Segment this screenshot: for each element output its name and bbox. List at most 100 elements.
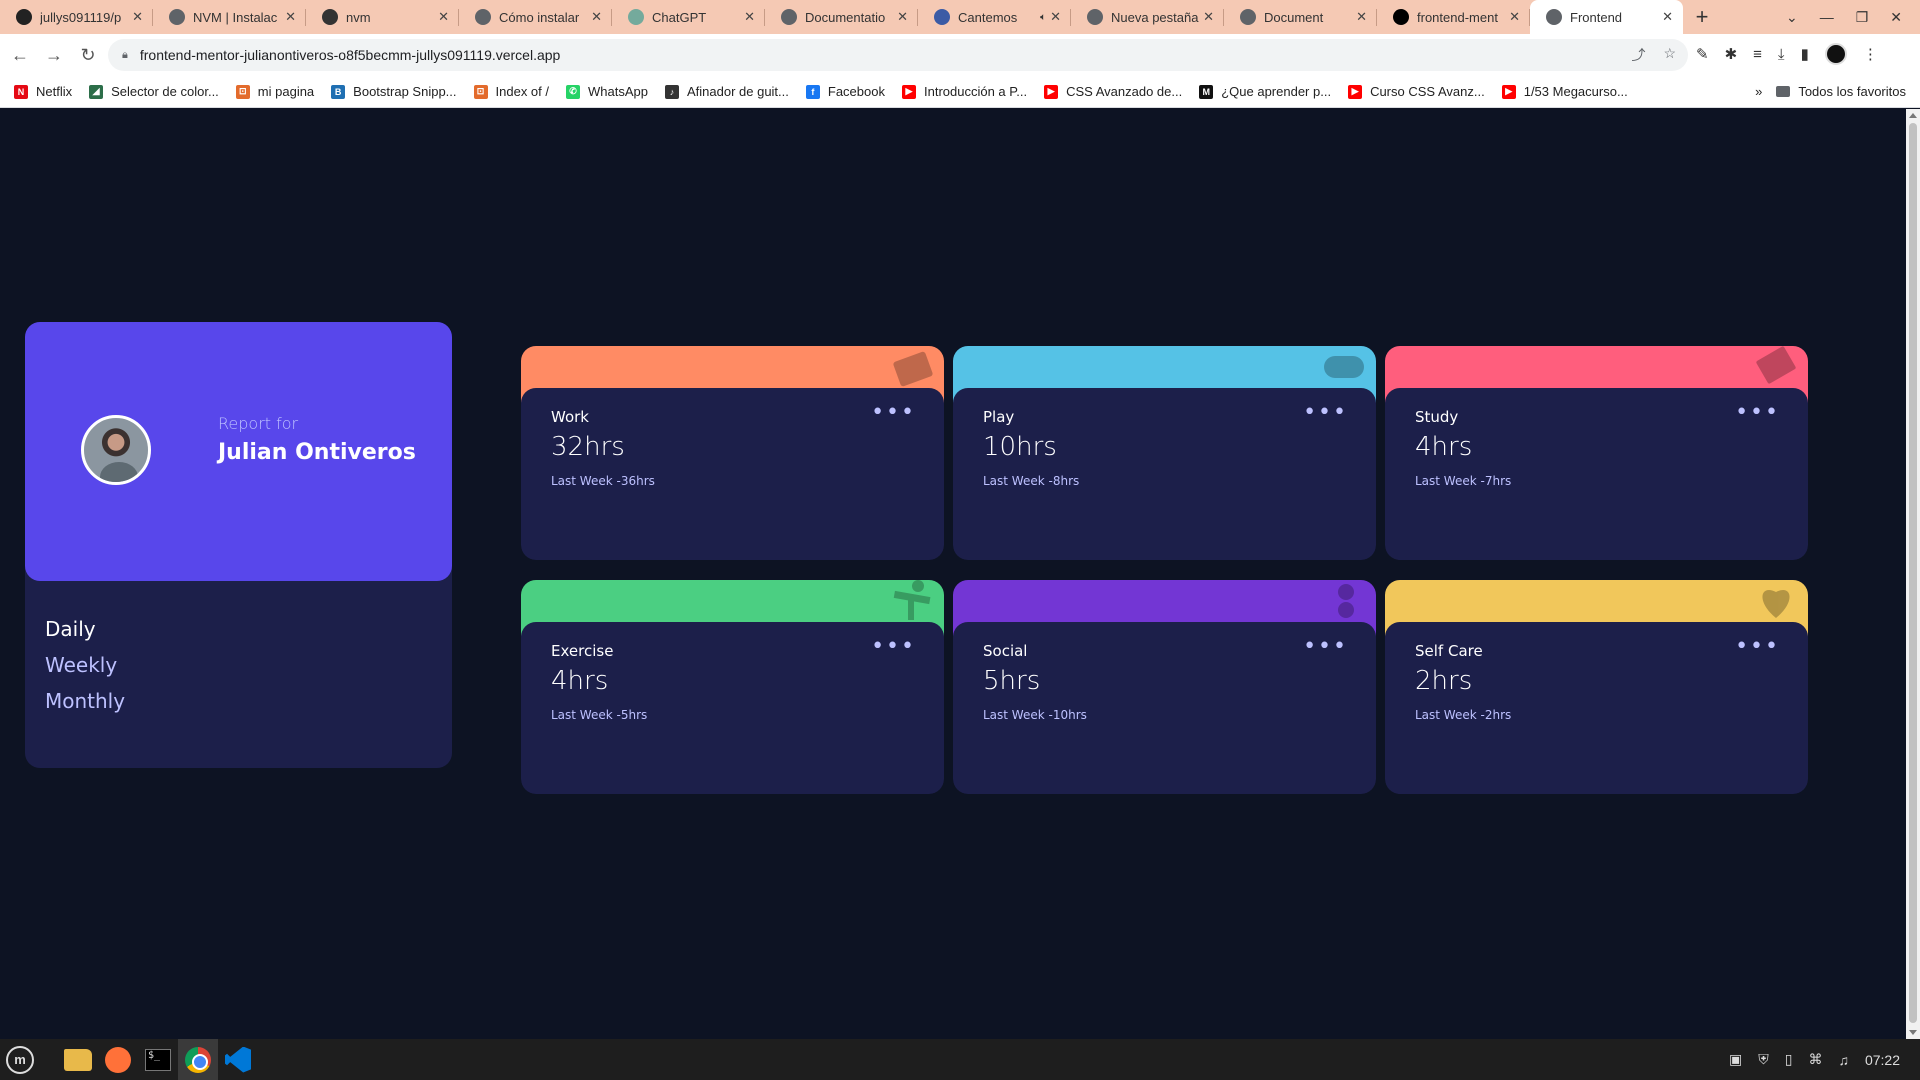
bookmark-item[interactable]: ♪ Afinador de guit...	[664, 84, 789, 99]
close-tab-icon[interactable]: ✕	[132, 9, 143, 25]
firefox-app[interactable]	[98, 1039, 138, 1080]
bookmark-label: Netflix	[36, 84, 73, 99]
download-icon[interactable]: ⤓	[1778, 46, 1785, 63]
youtube-icon: ▶	[1501, 84, 1516, 99]
menu-button[interactable]: m	[0, 1039, 40, 1080]
bookmark-item[interactable]: ▶ CSS Avanzado de...	[1044, 84, 1182, 99]
ellipsis-icon[interactable]: •••	[1303, 634, 1348, 659]
browser-tab[interactable]: NVM | Instalac ✕	[153, 0, 306, 34]
browser-tab[interactable]: ChatGPT ✕	[612, 0, 765, 34]
minimize-icon[interactable]: —	[1820, 9, 1834, 25]
browser-tab[interactable]: Cantemos 🔈︎ ✕	[918, 0, 1071, 34]
ellipsis-icon[interactable]: •••	[871, 400, 916, 425]
clipboard-icon[interactable]: ▣	[1729, 1051, 1742, 1068]
all-bookmarks-button[interactable]: Todos los favoritos	[1776, 84, 1906, 99]
activity-card-exercise[interactable]: Exercise ••• 4hrs Last Week -5hrs	[521, 580, 944, 794]
browser-tab[interactable]: Documentatio ✕	[765, 0, 918, 34]
globe-icon	[781, 9, 797, 25]
bookmark-item[interactable]: ✆ WhatsApp	[566, 84, 648, 99]
page-scrollbar[interactable]	[1906, 109, 1920, 1039]
browser-menu-icon[interactable]: ⋮	[1863, 45, 1878, 63]
sound-icon[interactable]: ♫	[1838, 1052, 1849, 1068]
battery-icon[interactable]: ▯	[1785, 1051, 1793, 1068]
back-icon[interactable]: ←	[6, 45, 34, 66]
bookmark-item[interactable]: ⊡ mi pagina	[235, 84, 314, 99]
activity-card-social[interactable]: Social ••• 5hrs Last Week -10hrs	[953, 580, 1376, 794]
browser-tab[interactable]: Nueva pestaña ✕	[1071, 0, 1224, 34]
browser-tab[interactable]: Cómo instalar ✕	[459, 0, 612, 34]
close-tab-icon[interactable]: ✕	[1203, 9, 1214, 25]
close-tab-icon[interactable]: ✕	[1509, 9, 1520, 25]
ellipsis-icon[interactable]: •••	[1303, 400, 1348, 425]
ellipsis-icon[interactable]: •••	[1735, 400, 1780, 425]
period-daily[interactable]: Daily	[45, 617, 96, 641]
files-app[interactable]	[58, 1039, 98, 1080]
browser-tab[interactable]: nvm ✕	[306, 0, 459, 34]
browser-tab[interactable]: frontend-ment ✕	[1377, 0, 1530, 34]
close-tab-icon[interactable]: ✕	[591, 9, 602, 25]
scrollbar-thumb[interactable]	[1909, 123, 1917, 1023]
eyedropper-icon[interactable]: ✎	[1696, 45, 1709, 63]
reading-list-icon[interactable]: ≡	[1753, 46, 1762, 63]
activity-card-study[interactable]: Study ••• 4hrs Last Week -7hrs	[1385, 346, 1808, 560]
close-tab-icon[interactable]: ✕	[1050, 9, 1061, 25]
bookmark-item[interactable]: f Facebook	[805, 84, 885, 99]
bookmark-item[interactable]: ⊡ Index of /	[473, 84, 549, 99]
close-window-icon[interactable]: ✕	[1890, 9, 1902, 26]
bookmark-item[interactable]: N Netflix	[14, 84, 72, 99]
close-tab-icon[interactable]: ✕	[897, 9, 908, 25]
restore-icon[interactable]: ❐	[1856, 9, 1869, 26]
activity-card-play[interactable]: Play ••• 10hrs Last Week -8hrs	[953, 346, 1376, 560]
color-picker-icon: ◢	[89, 84, 104, 99]
activity-body: Self Care ••• 2hrs Last Week -2hrs	[1385, 622, 1808, 794]
activity-title: Play	[983, 408, 1015, 426]
bookmark-item[interactable]: M ¿Que aprender p...	[1199, 84, 1331, 99]
bookmark-star-icon[interactable]: ☆	[1663, 45, 1676, 65]
period-monthly[interactable]: Monthly	[45, 689, 125, 713]
bookmark-label: Curso CSS Avanz...	[1370, 84, 1485, 99]
close-tab-icon[interactable]: ✕	[285, 9, 296, 25]
clock[interactable]: 07:22	[1865, 1052, 1900, 1068]
period-weekly[interactable]: Weekly	[45, 653, 117, 677]
chrome-app[interactable]	[178, 1039, 218, 1080]
audio-playing-icon[interactable]: 🔈︎	[1040, 12, 1046, 23]
profile-avatar[interactable]	[1824, 43, 1847, 65]
extensions-icon[interactable]: ✱	[1725, 45, 1738, 63]
terminal-app[interactable]: $_	[138, 1039, 178, 1080]
activity-card-work[interactable]: Work ••• 32hrs Last Week -36hrs	[521, 346, 944, 560]
bookmark-item[interactable]: ◢ Selector de color...	[89, 84, 219, 99]
close-tab-icon[interactable]: ✕	[744, 9, 755, 25]
tab-search-icon[interactable]: ⌄	[1786, 9, 1798, 26]
scroll-up-icon[interactable]	[1909, 113, 1917, 118]
scroll-down-icon[interactable]	[1909, 1030, 1917, 1035]
new-tab-button[interactable]: +	[1683, 0, 1721, 34]
activity-card-self-care[interactable]: Self Care ••• 2hrs Last Week -2hrs	[1385, 580, 1808, 794]
activity-title: Self Care	[1415, 642, 1483, 660]
forward-icon[interactable]: →	[40, 45, 68, 66]
share-icon[interactable]: ⤴	[1631, 45, 1645, 65]
activity-previous-hours: Last Week -7hrs	[1415, 474, 1512, 488]
address-bar-actions: ⤴ ☆	[1631, 45, 1676, 65]
address-bar[interactable]: 🔒︎ frontend-mentor-julianontiveros-o8f5b…	[108, 39, 1688, 71]
netflix-icon: N	[14, 84, 28, 99]
more-bookmarks-icon[interactable]: »	[1755, 84, 1762, 99]
lock-icon[interactable]: 🔒︎	[122, 49, 128, 62]
ellipsis-icon[interactable]: •••	[871, 634, 916, 659]
browser-tab[interactable]: Frontend ✕	[1530, 0, 1683, 34]
browser-tab[interactable]: jullys091119/p ✕	[0, 0, 153, 34]
shield-icon[interactable]: ⛨	[1758, 1051, 1769, 1068]
browser-tab[interactable]: Document ✕	[1224, 0, 1377, 34]
reload-icon[interactable]: ↻	[74, 45, 102, 66]
bookmark-item[interactable]: ▶ Introducción a P...	[901, 84, 1027, 99]
close-tab-icon[interactable]: ✕	[1662, 9, 1673, 25]
tab-title: Nueva pestaña	[1111, 9, 1199, 25]
ellipsis-icon[interactable]: •••	[1735, 634, 1780, 659]
bookmark-item[interactable]: ▶ 1/53 Megacurso...	[1501, 84, 1628, 99]
vscode-app[interactable]	[218, 1039, 258, 1080]
close-tab-icon[interactable]: ✕	[438, 9, 449, 25]
bookmark-item[interactable]: ▶ Curso CSS Avanz...	[1348, 84, 1485, 99]
side-panel-icon[interactable]: ▮	[1801, 45, 1809, 63]
close-tab-icon[interactable]: ✕	[1356, 9, 1367, 25]
bookmark-item[interactable]: B Bootstrap Snipp...	[331, 84, 457, 99]
network-icon[interactable]: ⌘	[1808, 1051, 1822, 1068]
